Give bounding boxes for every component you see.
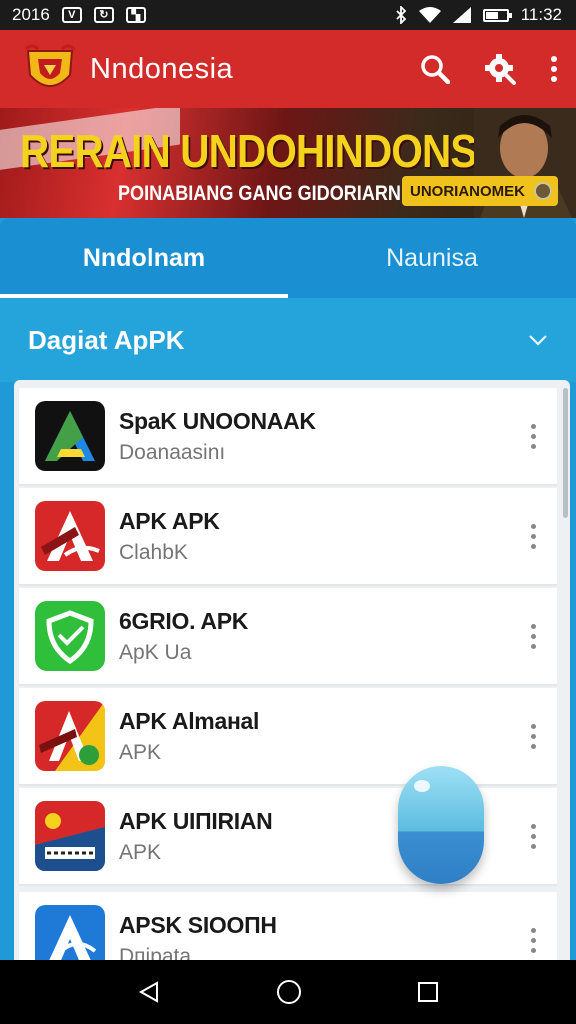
app-bar-actions	[420, 53, 558, 85]
app-subtitle: Doanaasinı	[119, 440, 226, 464]
section-header[interactable]: Dagiat ApPK	[0, 298, 576, 382]
tab-first[interactable]: Nndoǀnam	[0, 218, 288, 298]
list-item[interactable]: APK Almaнal APK	[19, 688, 557, 786]
badge-seal-icon	[534, 182, 552, 200]
app-title: 6GRIO. APK	[119, 607, 249, 634]
notification-image-icon: ▚	[125, 7, 146, 23]
app-title: APK APK	[119, 507, 220, 534]
app-title: SpaK UNOONAAK	[119, 407, 316, 434]
app-list: SpaK UNOONAAK Doanaasinı APK APK ClahbK …	[14, 380, 570, 960]
signal-icon	[452, 7, 471, 23]
battery-icon	[482, 8, 512, 22]
list-item[interactable]: APSK SIOOПH Dпiрata	[19, 892, 557, 960]
back-icon[interactable]	[137, 980, 161, 1004]
bluetooth-icon	[396, 6, 406, 24]
status-left-text: 2016	[12, 5, 50, 24]
more-vert-icon[interactable]	[521, 723, 545, 749]
banner-badge-label: UNORIANOMEK	[410, 182, 525, 200]
app-subtitle: APK	[119, 740, 162, 764]
more-vert-icon[interactable]	[521, 623, 545, 649]
recents-icon[interactable]	[417, 981, 439, 1003]
app-title: APK Almaнal	[119, 707, 260, 734]
blue-a-icon	[35, 905, 105, 960]
floating-capsule-button[interactable]	[398, 766, 484, 884]
more-vert-icon[interactable]	[550, 55, 558, 83]
app-title: APSK SIOOПH	[119, 911, 277, 938]
app-title: Nndonesia	[90, 52, 234, 85]
status-left: 2016 V ↻ ▚	[12, 5, 146, 25]
more-vert-icon[interactable]	[521, 423, 545, 449]
search-icon[interactable]	[420, 54, 450, 84]
status-right: 11:32	[395, 5, 562, 25]
tab-bar: Nndoǀnam Naunisa	[0, 218, 576, 298]
app-subtitle: ClahbK	[119, 540, 188, 564]
navigation-bar	[0, 960, 576, 1024]
banner-badge: UNORIANOMEK	[402, 176, 558, 206]
chevron-down-icon[interactable]	[528, 334, 548, 346]
red-a-icon	[35, 501, 105, 571]
home-icon[interactable]	[276, 979, 302, 1005]
status-bar: 2016 V ↻ ▚ 11:32	[0, 0, 576, 30]
list-item[interactable]: 6GRIO. APK ApK Ua	[19, 588, 557, 686]
app-subtitle: ApK Ua	[119, 640, 192, 664]
banner-subtitle: POINABIANG GANG GIDORIARN	[118, 182, 401, 205]
promo-banner[interactable]: RERAIN UNDOHINDONSIA POINABIANG GANG GID…	[0, 108, 576, 218]
a-triangle-icon	[35, 401, 105, 471]
garuda-emblem-icon	[24, 44, 76, 87]
section-title: Dagiat ApPK	[28, 324, 185, 355]
tab-second[interactable]: Naunisa	[288, 218, 576, 298]
notification-sync-icon: ↻	[93, 7, 114, 23]
banner-headline: RERAIN UNDOHINDONSIA	[20, 125, 516, 177]
status-time: 11:32	[520, 5, 562, 24]
more-vert-icon[interactable]	[521, 823, 545, 849]
list-item[interactable]: SpaK UNOONAAK Doanaasinı	[19, 388, 557, 486]
shield-icon	[35, 601, 105, 671]
list-item[interactable]: APK APK ClahbK	[19, 488, 557, 586]
notification-v-icon: V	[61, 7, 82, 23]
wifi-icon	[418, 7, 441, 23]
settings-icon[interactable]	[484, 53, 516, 85]
flag-icon	[35, 801, 105, 871]
list-scrollbar[interactable]	[563, 388, 568, 518]
more-vert-icon[interactable]	[521, 927, 545, 953]
red-yellow-a-icon	[35, 701, 105, 771]
app-bar: Nndonesia	[0, 30, 576, 108]
app-subtitle: Dпiрata	[119, 944, 192, 961]
more-vert-icon[interactable]	[521, 523, 545, 549]
